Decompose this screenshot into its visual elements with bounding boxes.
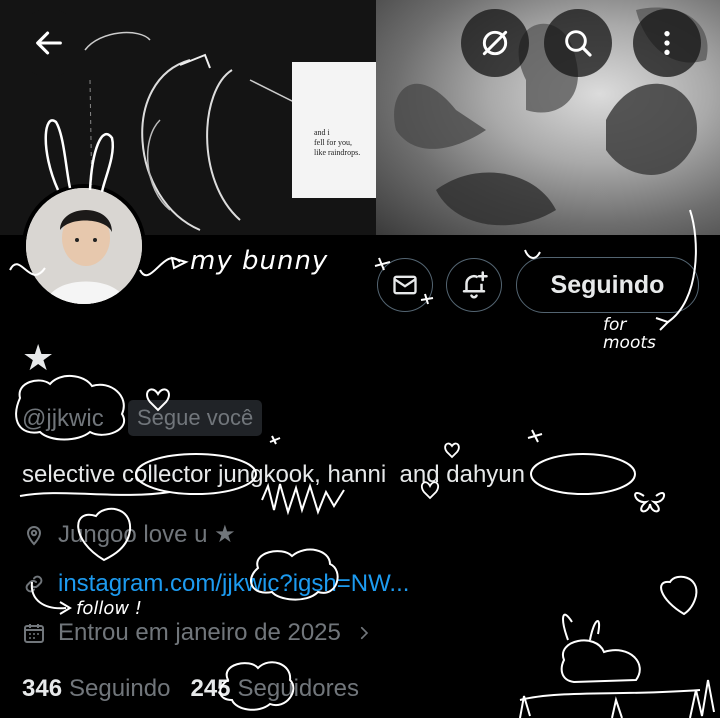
- following-count[interactable]: 346: [22, 675, 62, 703]
- mute-button[interactable]: [461, 9, 529, 77]
- location-pin-icon: [26, 525, 42, 545]
- link-icon: [25, 575, 43, 593]
- following-label[interactable]: Seguindo: [69, 675, 170, 703]
- doodle-follow-text: follow !: [76, 598, 143, 619]
- doodle-moots-text: for moots: [603, 315, 656, 353]
- profile-handle: @jjkwic: [22, 405, 104, 432]
- banner-note-card: and i fell for you, like raindrops.: [292, 62, 376, 198]
- website-row: instagram.com/jjkwic?igsh=NW...: [22, 570, 409, 598]
- notifications-button[interactable]: [446, 258, 502, 312]
- joined-row[interactable]: Entrou em janeiro de 2025: [22, 619, 385, 647]
- arrow-left-icon: [36, 31, 62, 55]
- doodle-bunny-text: my bunny: [190, 246, 329, 276]
- follows-you-badge: Segue você: [128, 400, 263, 436]
- profile-avatar[interactable]: [22, 184, 146, 308]
- follow-stats: 346 Seguindo 245 Seguidores: [22, 675, 379, 703]
- calendar-icon: [24, 624, 44, 643]
- more-vertical-icon: [664, 31, 670, 55]
- followers-count[interactable]: 245: [190, 675, 230, 703]
- joined-text: Entrou em janeiro de 2025: [58, 619, 341, 646]
- chevron-right-icon: [360, 626, 369, 640]
- location-text: Jungoo love u ★: [58, 521, 236, 548]
- profile-bio: selective collector jungkook, hanni and …: [22, 461, 525, 488]
- mute-slash-icon: [482, 30, 508, 56]
- website-link[interactable]: instagram.com/jjkwic?igsh=NW...: [58, 570, 409, 598]
- followers-label[interactable]: Seguidores: [238, 675, 359, 703]
- location-row: Jungoo love u ★: [22, 520, 236, 549]
- display-name: ★: [22, 337, 55, 378]
- back-button[interactable]: [15, 9, 83, 77]
- search-icon: [565, 30, 592, 57]
- bell-plus-icon: [462, 271, 488, 299]
- search-button[interactable]: [544, 9, 612, 77]
- more-options-button[interactable]: [633, 9, 701, 77]
- following-button[interactable]: Seguindo: [516, 257, 699, 313]
- envelope-icon: [393, 275, 417, 295]
- banner-note-text: and i fell for you, like raindrops.: [314, 128, 361, 157]
- avatar-photo: [26, 188, 142, 304]
- message-button[interactable]: [377, 258, 433, 312]
